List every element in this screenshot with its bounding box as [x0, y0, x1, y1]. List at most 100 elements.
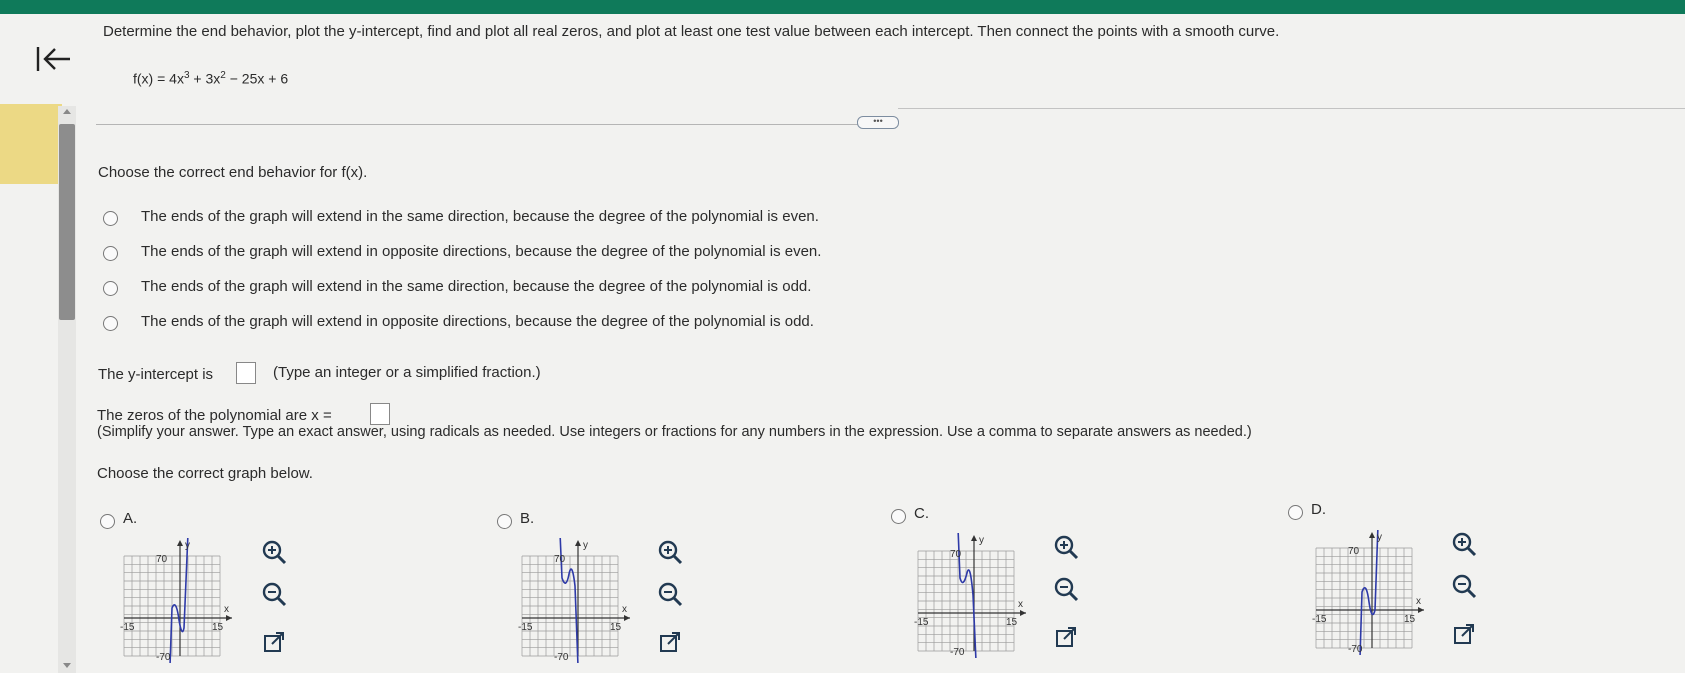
- option-label: The ends of the graph will extend in the…: [141, 208, 819, 225]
- zeros-label: The zeros of the polynomial are x =: [97, 407, 332, 424]
- graph-thumbnail: y x 70 -70 -15 15: [1312, 524, 1424, 659]
- y-axis-arrow: [1369, 532, 1375, 538]
- open-external-icon: [264, 632, 284, 652]
- option-label: The ends of the graph will extend in opp…: [141, 313, 814, 330]
- open-external-icon: [1454, 624, 1474, 644]
- graph-option-b[interactable]: y x 70 -70 -15 15: [516, 532, 636, 667]
- zoom-in-button[interactable]: [656, 538, 684, 566]
- x-axis-label: x: [1416, 596, 1421, 607]
- graph-option-c[interactable]: y x 70 -70 -15 15: [912, 527, 1032, 662]
- graph-option-d-letter: D.: [1311, 501, 1326, 518]
- graph-option-d[interactable]: y x 70 -70 -15 15: [1310, 524, 1430, 659]
- graph-option-b-letter: B.: [520, 510, 535, 527]
- zoom-out-button[interactable]: [656, 580, 684, 608]
- graph-thumbnail: y x 70 -70 -15 15: [120, 532, 232, 667]
- polynomial-curve: [1359, 524, 1379, 659]
- radio-button[interactable]: [103, 281, 118, 296]
- side-tab-highlight[interactable]: [0, 104, 62, 184]
- y-min-label: -70: [950, 647, 965, 658]
- y-axis-arrow: [575, 540, 581, 546]
- y-min-label: -70: [554, 652, 569, 663]
- zeros-hint: (Simplify your answer. Type an exact ans…: [97, 424, 1252, 440]
- open-external-icon: [1056, 627, 1076, 647]
- expand-more-button[interactable]: •••: [857, 116, 899, 129]
- graph-grid: [123, 555, 221, 657]
- zoom-out-button[interactable]: [1052, 575, 1080, 603]
- x-min-label: -15: [914, 617, 929, 628]
- graph-option-c-radio[interactable]: [891, 509, 906, 524]
- zoom-out-button[interactable]: [1450, 572, 1478, 600]
- polynomial-curve: [169, 532, 189, 667]
- radio-button[interactable]: [103, 246, 118, 261]
- open-graph-button[interactable]: [656, 628, 684, 656]
- x-max-label: 15: [1404, 614, 1416, 625]
- x-max-label: 15: [1006, 617, 1018, 628]
- graph-thumbnail: y x 70 -70 -15 15: [518, 532, 630, 667]
- open-graph-button[interactable]: [1450, 620, 1478, 648]
- x-axis-label: x: [622, 604, 627, 615]
- zoom-in-icon: [1452, 532, 1477, 557]
- open-external-icon: [660, 632, 680, 652]
- section-divider-right: [898, 108, 1685, 109]
- zeros-input[interactable]: [370, 403, 390, 425]
- option-label: The ends of the graph will extend in opp…: [141, 243, 822, 260]
- x-max-label: 15: [212, 622, 224, 633]
- graph-option-d-radio[interactable]: [1288, 505, 1303, 520]
- x-min-label: -15: [1312, 614, 1327, 625]
- x-axis-arrow: [624, 615, 630, 621]
- zoom-in-button[interactable]: [1450, 530, 1478, 558]
- top-accent-bar: [0, 0, 1685, 14]
- zoom-out-icon: [1452, 574, 1477, 599]
- y-min-label: -70: [156, 652, 171, 663]
- radio-button[interactable]: [103, 316, 118, 331]
- back-button[interactable]: [34, 44, 74, 74]
- x-axis-arrow: [226, 615, 232, 621]
- section-divider: [96, 124, 858, 125]
- x-axis-label: x: [224, 604, 229, 615]
- y-axis-label: y: [1377, 532, 1382, 543]
- zoom-in-icon: [1054, 535, 1079, 560]
- zoom-out-icon: [262, 582, 287, 607]
- y-axis-label: y: [979, 535, 984, 546]
- radio-button[interactable]: [103, 211, 118, 226]
- function-expression: f(x) = 4x3 + 3x2 − 25x + 6: [133, 70, 289, 87]
- y-axis-label: y: [185, 540, 190, 551]
- scrollbar-thumb[interactable]: [59, 124, 75, 320]
- x-axis-arrow: [1418, 607, 1424, 613]
- scroll-up-arrow-icon[interactable]: [63, 109, 71, 114]
- graph-option-a-letter: A.: [123, 510, 138, 527]
- graph-option-b-radio[interactable]: [497, 514, 512, 529]
- graph-prompt: Choose the correct graph below.: [97, 465, 313, 482]
- zoom-in-icon: [658, 540, 683, 565]
- zoom-out-icon: [1054, 577, 1079, 602]
- zoom-in-icon: [262, 540, 287, 565]
- graph-thumbnail: y x 70 -70 -15 15: [914, 527, 1026, 662]
- open-graph-button[interactable]: [260, 628, 288, 656]
- x-max-label: 15: [610, 622, 622, 633]
- y-max-label: 70: [1348, 546, 1360, 557]
- zoom-in-button[interactable]: [260, 538, 288, 566]
- y-max-label: 70: [554, 554, 566, 565]
- zoom-in-button[interactable]: [1052, 533, 1080, 561]
- y-axis-arrow: [177, 540, 183, 546]
- x-axis-label: x: [1018, 599, 1023, 610]
- zoom-out-icon: [658, 582, 683, 607]
- option-label: The ends of the graph will extend in the…: [141, 278, 812, 295]
- y-axis-label: y: [583, 540, 588, 551]
- x-min-label: -15: [120, 622, 135, 633]
- zoom-out-button[interactable]: [260, 580, 288, 608]
- y-intercept-input[interactable]: [236, 362, 256, 384]
- y-min-label: -70: [1348, 644, 1363, 655]
- graph-grid: [917, 550, 1015, 652]
- y-intercept-hint: (Type an integer or a simplified fractio…: [273, 364, 541, 381]
- y-intercept-label: The y-intercept is: [98, 366, 214, 383]
- scroll-down-arrow-icon[interactable]: [63, 663, 71, 668]
- x-min-label: -15: [518, 622, 533, 633]
- y-max-label: 70: [156, 554, 168, 565]
- graph-option-a[interactable]: y x 70 -70 -15 15: [118, 532, 238, 667]
- end-behavior-prompt: Choose the correct end behavior for f(x)…: [98, 164, 368, 181]
- question-instruction: Determine the end behavior, plot the y-i…: [103, 23, 1280, 40]
- y-max-label: 70: [950, 549, 962, 560]
- graph-option-a-radio[interactable]: [100, 514, 115, 529]
- open-graph-button[interactable]: [1052, 623, 1080, 651]
